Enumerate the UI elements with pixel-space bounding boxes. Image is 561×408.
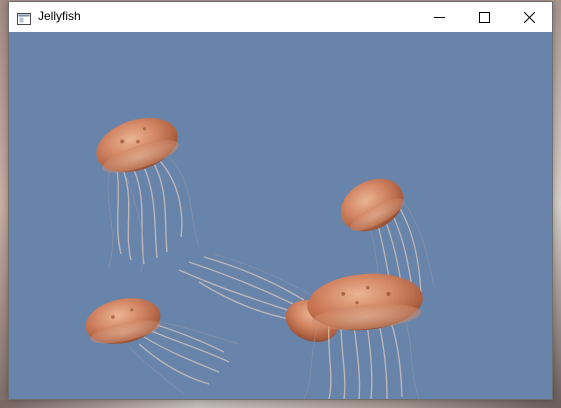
desktop-background-left (0, 0, 8, 408)
jellyfish-window: Jellyfish (8, 1, 553, 400)
jellyfish-scene (85, 117, 435, 399)
minimize-button[interactable] (417, 2, 462, 32)
title-bar[interactable]: Jellyfish (9, 2, 552, 32)
maximize-button[interactable] (462, 2, 507, 32)
desktop-background-right (553, 0, 561, 408)
app-window-icon[interactable] (17, 10, 31, 25)
jellyfish (85, 298, 240, 395)
desktop-background-bottom (0, 400, 561, 408)
render-canvas[interactable] (9, 32, 552, 399)
close-button[interactable] (507, 2, 552, 32)
maximize-icon (479, 12, 490, 23)
close-icon (524, 12, 535, 23)
minimize-icon (434, 17, 445, 18)
window-title: Jellyfish (38, 9, 81, 23)
jellyfish (96, 117, 200, 273)
